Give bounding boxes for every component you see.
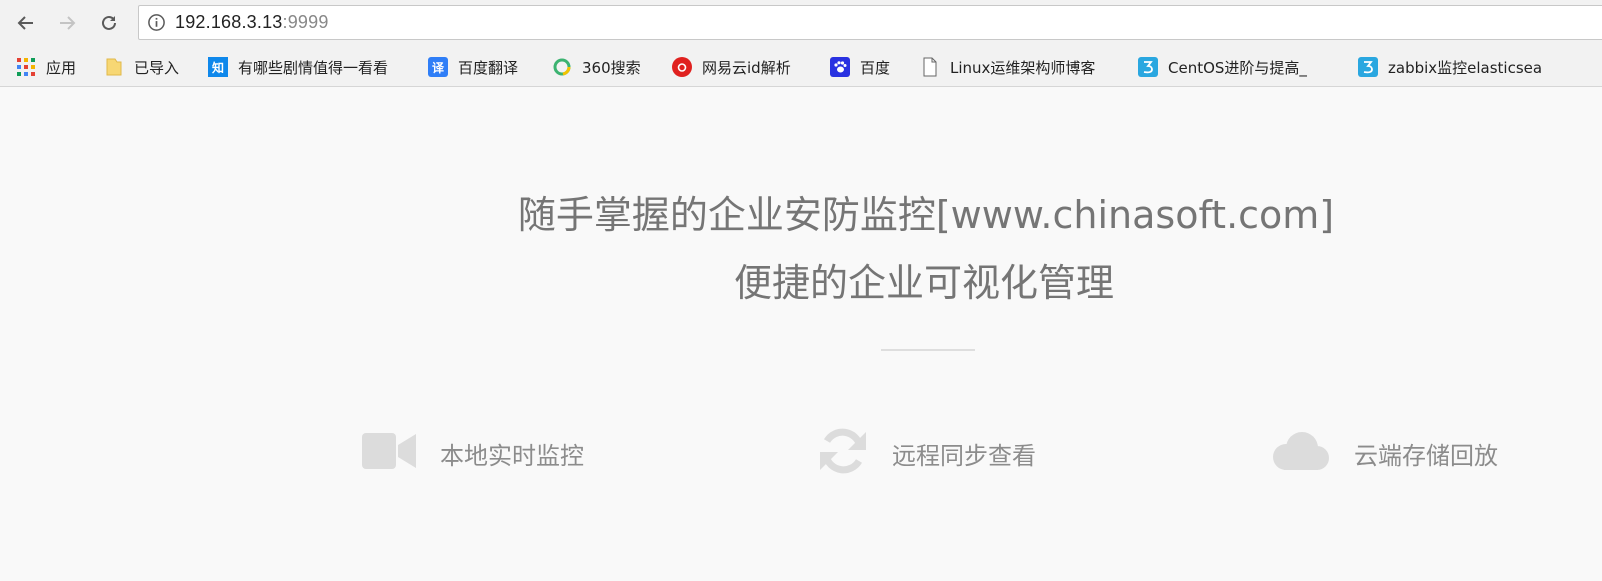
bookmark-zhihu[interactable]: 知 有哪些剧情值得一看看 — [208, 55, 413, 79]
bookmark-3-icon — [1138, 57, 1158, 77]
bookmark-linux-blog[interactable]: Linux运维架构师博客 — [920, 55, 1120, 79]
reload-icon — [102, 15, 116, 30]
page-icon — [920, 57, 940, 77]
bookmark-centos[interactable]: CentOS进阶与提高_ — [1138, 55, 1343, 79]
back-arrow-icon — [17, 16, 33, 30]
info-icon[interactable] — [147, 13, 166, 36]
bookmark-baidu[interactable]: 百度 — [830, 55, 890, 79]
forward-arrow-icon — [60, 16, 76, 30]
forward-button[interactable] — [52, 8, 82, 38]
bookmark-imported-folder[interactable]: 已导入 — [104, 55, 179, 79]
bookmarks-bar: 应用 已导入 知 有哪些剧情值得一看看 译 百度翻译 360搜索 网易云id解析… — [0, 47, 1602, 87]
bookmark-label: CentOS进阶与提高_ — [1168, 58, 1307, 77]
bookmark-baidu-translate[interactable]: 译 百度翻译 — [428, 55, 518, 79]
browser-toolbar: 192.168.3.13:9999 — [0, 0, 1602, 47]
folder-icon — [104, 57, 124, 77]
bookmark-label: zabbix监控elasticsea — [1388, 58, 1543, 77]
feature-cloud-storage: 云端存储回放 — [1270, 428, 1498, 478]
bookmark-label: 网易云id解析 — [702, 58, 791, 77]
url-port: :9999 — [282, 12, 329, 32]
address-bar[interactable]: 192.168.3.13:9999 — [138, 5, 1602, 40]
bookmark-label: 有哪些剧情值得一看看 — [238, 58, 389, 77]
sync-icon — [818, 428, 868, 478]
feature-label: 云端存储回放 — [1354, 441, 1498, 470]
bookmark-label: 百度翻译 — [458, 58, 519, 77]
url-text[interactable]: 192.168.3.13:9999 — [175, 12, 329, 33]
zhihu-icon: 知 — [208, 57, 228, 77]
bookmark-3-icon — [1358, 57, 1378, 77]
feature-remote-sync: 远程同步查看 — [818, 428, 1036, 478]
reload-button[interactable] — [94, 8, 124, 38]
feature-label: 远程同步查看 — [892, 441, 1036, 470]
bookmark-360-search[interactable]: 360搜索 — [552, 55, 641, 79]
apps-grid-icon — [16, 57, 36, 77]
bookmark-zabbix[interactable]: zabbix监控elasticsea — [1358, 55, 1602, 79]
baidu-translate-icon: 译 — [428, 57, 448, 77]
feature-local-monitor: 本地实时监控 — [362, 428, 584, 478]
url-host: 192.168.3.13 — [175, 12, 283, 32]
divider — [881, 349, 975, 351]
back-button[interactable] — [11, 8, 41, 38]
headline-secondary: 便捷的企业可视化管理 — [733, 261, 1114, 305]
bookmark-label: 已导入 — [134, 58, 180, 77]
bookmark-apps[interactable]: 应用 — [16, 55, 76, 79]
page-content: 随手掌握的企业安防监控[www.chinasoft.com] 便捷的企业可视化管… — [0, 88, 1602, 581]
netease-music-icon — [672, 57, 692, 77]
bookmark-netease[interactable]: 网易云id解析 — [672, 55, 791, 79]
cloud-icon — [1270, 430, 1330, 476]
bookmark-label: 360搜索 — [582, 58, 641, 77]
headline-primary: 随手掌握的企业安防监控[www.chinasoft.com] — [517, 193, 1335, 237]
bookmark-label: 百度 — [860, 58, 891, 77]
baidu-paw-icon — [830, 57, 850, 77]
feature-label: 本地实时监控 — [440, 441, 584, 470]
bookmark-label: 应用 — [46, 58, 77, 77]
video-camera-icon — [362, 431, 416, 475]
360-search-icon — [552, 57, 572, 77]
bookmark-label: Linux运维架构师博客 — [950, 58, 1096, 77]
